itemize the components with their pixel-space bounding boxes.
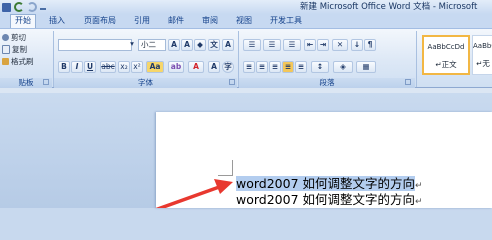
annotation-arrow-icon	[155, 179, 233, 208]
